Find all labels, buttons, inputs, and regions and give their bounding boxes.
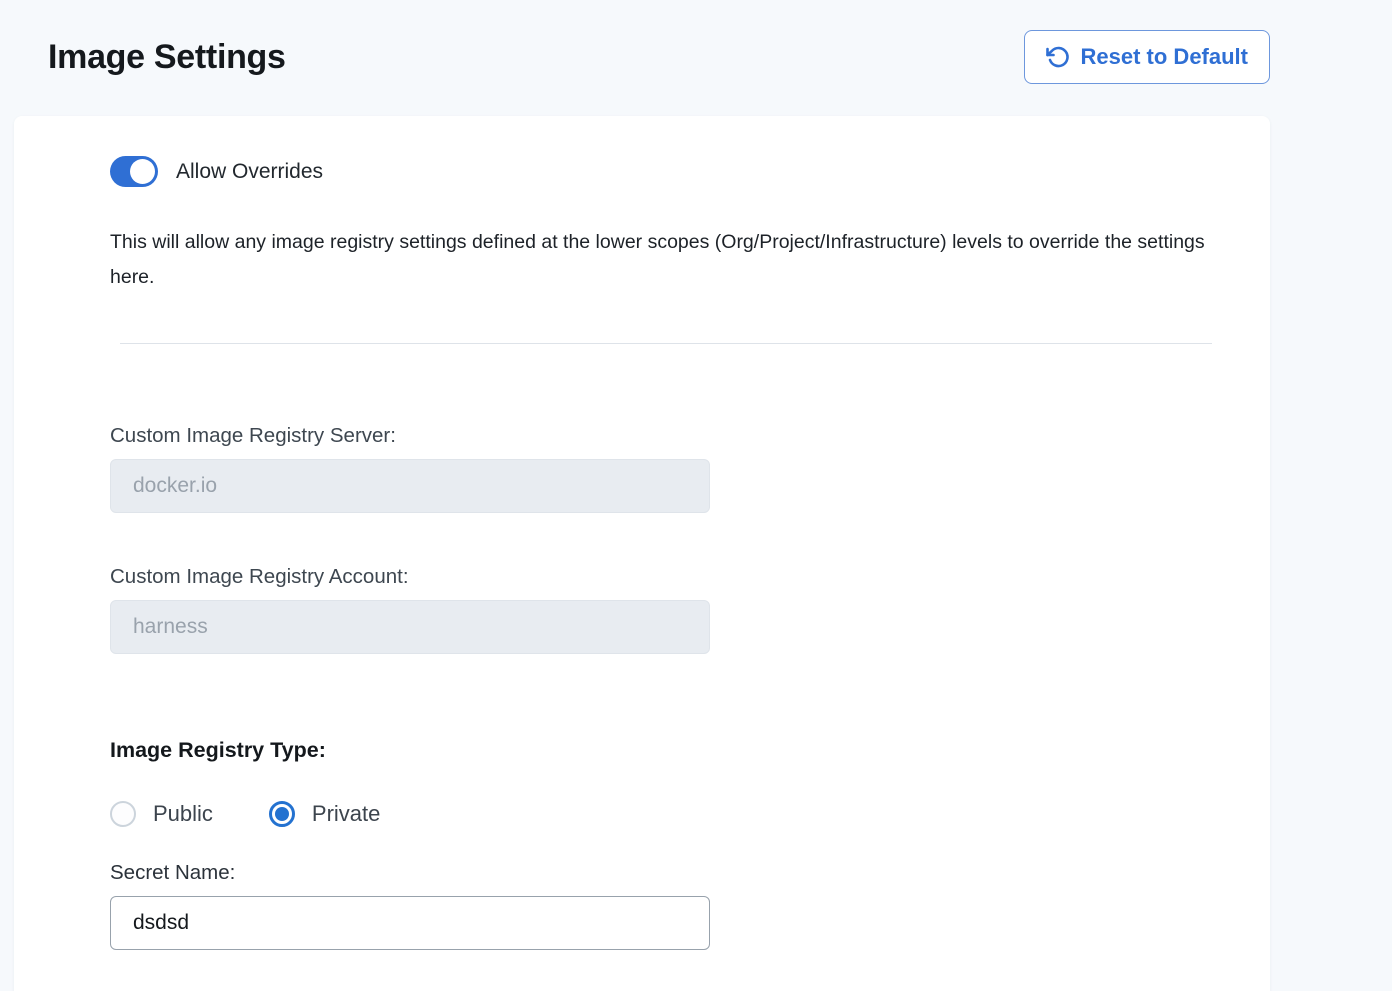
reset-to-default-button[interactable]: Reset to Default: [1024, 30, 1270, 84]
registry-server-label: Custom Image Registry Server:: [110, 424, 1212, 448]
radio-public-label: Public: [153, 801, 213, 827]
radio-private-label: Private: [312, 801, 380, 827]
rotate-ccw-icon: [1046, 45, 1070, 69]
overrides-description: This will allow any image registry setti…: [110, 225, 1212, 295]
registry-type-radio-group: Public Private: [110, 801, 1212, 827]
page-title: Image Settings: [48, 38, 286, 77]
radio-option-public[interactable]: Public: [110, 801, 213, 827]
secret-name-label: Secret Name:: [110, 861, 1212, 885]
radio-public-icon[interactable]: [110, 801, 136, 827]
divider: [120, 343, 1212, 344]
radio-private-icon[interactable]: [269, 801, 295, 827]
registry-server-input: [110, 459, 710, 513]
registry-type-label: Image Registry Type:: [110, 738, 1212, 763]
registry-account-label: Custom Image Registry Account:: [110, 565, 1212, 589]
allow-overrides-toggle[interactable]: [110, 156, 158, 187]
page-header: Image Settings Reset to Default: [0, 0, 1392, 84]
allow-overrides-label: Allow Overrides: [176, 160, 323, 184]
allow-overrides-row: Allow Overrides: [110, 156, 1212, 187]
registry-account-input: [110, 600, 710, 654]
radio-option-private[interactable]: Private: [269, 801, 380, 827]
image-settings-card: Allow Overrides This will allow any imag…: [14, 116, 1270, 991]
reset-button-label: Reset to Default: [1081, 44, 1248, 70]
secret-name-input[interactable]: [110, 896, 710, 950]
